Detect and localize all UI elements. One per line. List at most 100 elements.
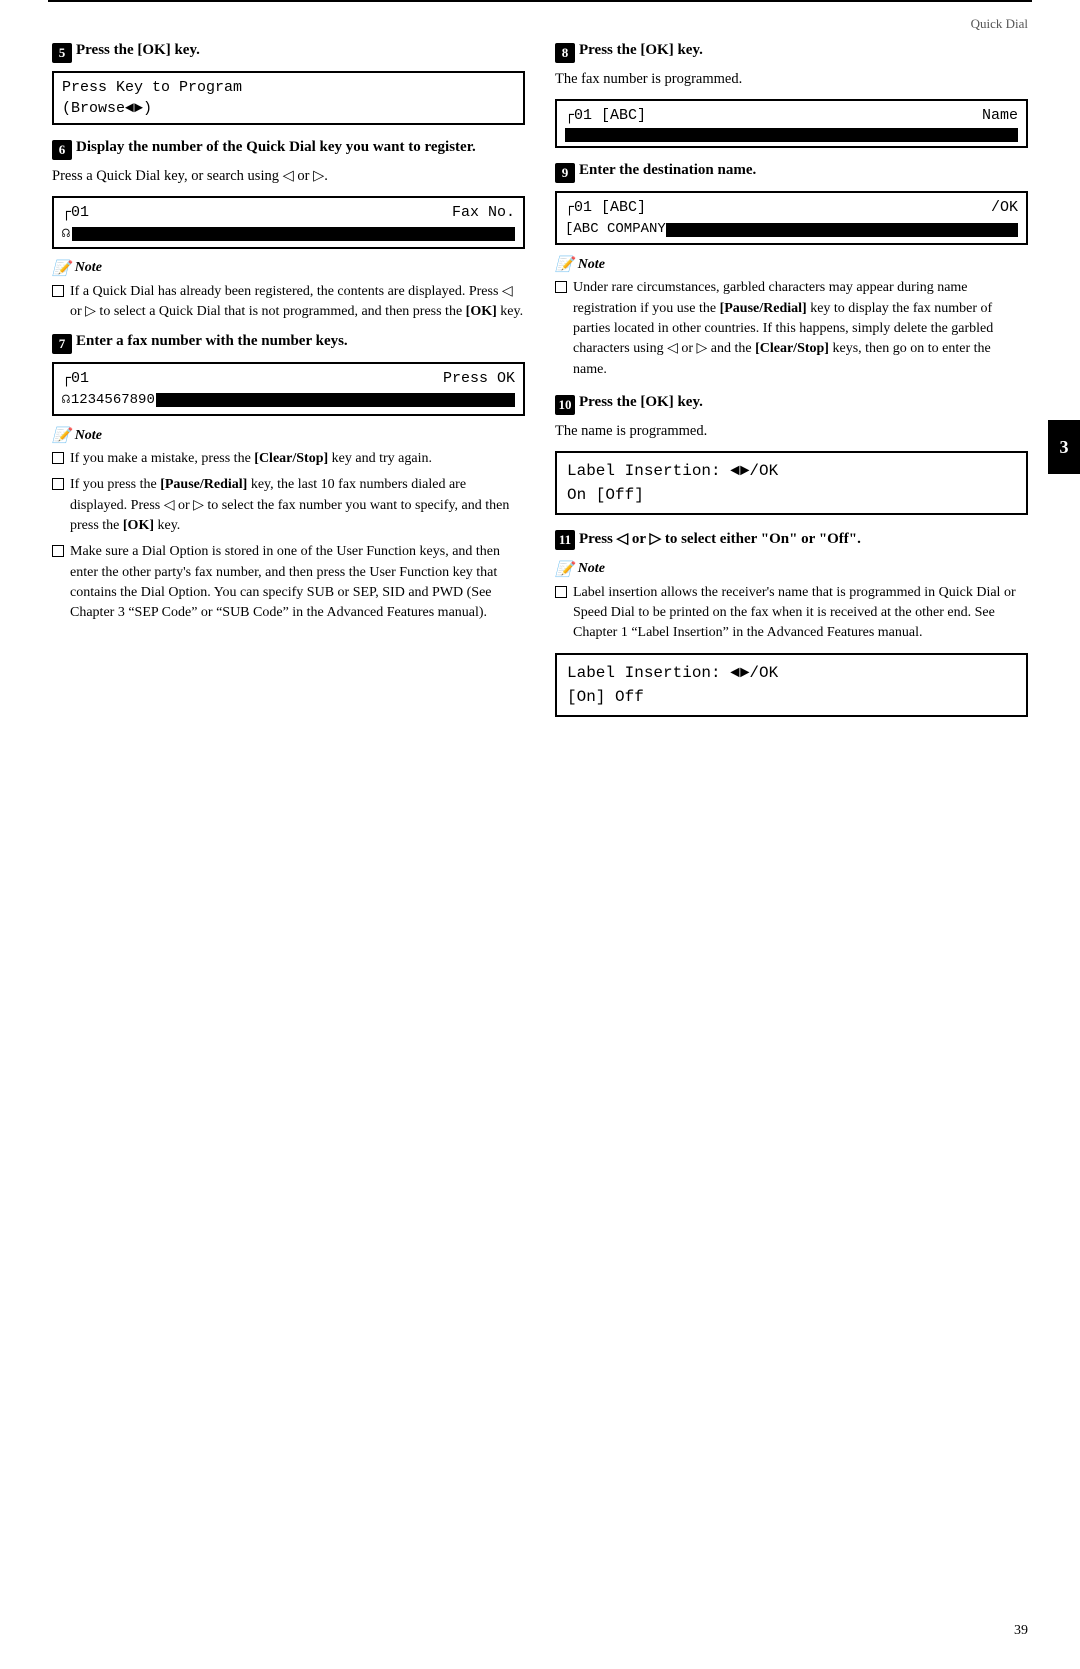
step9-text: Enter the destination name. (579, 162, 756, 179)
step8-section: 8 Press the [OK] key. The fax number is … (555, 42, 1028, 148)
step10-section: 10 Press the [OK] key. The name is progr… (555, 394, 1028, 515)
step8-lcd-row1: ┌01 [ABC] Name (565, 105, 1018, 126)
chapter-tab: 3 (1048, 420, 1080, 474)
step6-note-text1: If a Quick Dial has already been registe… (70, 282, 525, 323)
step6-lcd: ┌01 Fax No. ☊ (52, 196, 525, 249)
step6-note-label: Note (75, 260, 102, 276)
step9-heading: 9 Enter the destination name. (555, 162, 1028, 183)
page-header: Quick Dial (0, 8, 1080, 32)
step7-note-item2: If you press the [Pause/Redial] key, the… (52, 475, 525, 536)
step7-bar-partial (156, 393, 515, 407)
step11-section: 11 Press ◁ or ▷ to select either "On" or… (555, 529, 1028, 718)
right-column: 8 Press the [OK] key. The fax number is … (555, 42, 1028, 725)
top-rule (48, 0, 1032, 8)
note-pencil-icon3: 📝 (555, 255, 574, 274)
header-label: Quick Dial (971, 16, 1028, 31)
step11-note-heading: 📝 Note (555, 560, 1028, 579)
step11-note-text1: Label insertion allows the receiver's na… (573, 583, 1028, 644)
step7-note-item3: Make sure a Dial Option is stored in one… (52, 542, 525, 623)
step7-note-text2: If you press the [Pause/Redial] key, the… (70, 475, 525, 536)
step7-note-item1: If you make a mistake, press the [Clear/… (52, 449, 525, 469)
step9-company: [ABC COMPANY (565, 220, 666, 240)
step10-lcd-line1: Label Insertion: ◄►/OK (567, 459, 778, 483)
note-checkbox5 (555, 281, 567, 293)
step10-lcd-line2: On [Off] (567, 483, 644, 507)
step6-lcd-row1: ┌01 Fax No. (62, 202, 515, 223)
note-pencil-icon: 📝 (52, 259, 71, 278)
note-checkbox3 (52, 478, 64, 490)
step9-lcd-right: /OK (991, 197, 1018, 218)
step6-lcd-bar: ☊ (62, 225, 515, 243)
step9-lcd: ┌01 [ABC] /OK [ABC COMPANY (555, 191, 1028, 246)
step7-lcd-row1: ┌01 Press OK (62, 368, 515, 389)
step7-lcd: ┌01 Press OK ☊ 1234567890 (52, 362, 525, 417)
step9-note-heading: 📝 Note (555, 255, 1028, 274)
step8-num: 8 (555, 43, 575, 63)
step11-note-item1: Label insertion allows the receiver's na… (555, 583, 1028, 644)
step10-heading: 10 Press the [OK] key. (555, 394, 1028, 415)
main-content: 5 Press the [OK] key. Press Key to Progr… (0, 32, 1080, 785)
step6-lcd-left: ┌01 (62, 202, 89, 223)
step8-bar (565, 128, 1018, 142)
note-pencil-icon2: 📝 (52, 426, 71, 445)
step5-lcd: Press Key to Program (Browse◄►) (52, 71, 525, 125)
step9-lcd-row2: [ABC COMPANY (565, 220, 1018, 240)
step9-lcd-left: ┌01 [ABC] (565, 197, 646, 218)
step10-body: The name is programmed. (555, 421, 1028, 443)
step7-note-heading: 📝 Note (52, 426, 525, 445)
step8-heading: 8 Press the [OK] key. (555, 42, 1028, 63)
step6-note-heading: 📝 Note (52, 259, 525, 278)
step8-lcd-right: Name (982, 105, 1018, 126)
step11-lcd2-row2: [On] Off (567, 685, 1016, 709)
step5-text: Press the [OK] key. (76, 42, 200, 59)
step6-fax-icon: ☊ (62, 225, 70, 243)
step6-heading: 6 Display the number of the Quick Dial k… (52, 139, 525, 160)
step10-lcd-row1: Label Insertion: ◄►/OK (567, 459, 1016, 483)
page-number: 39 (1014, 1623, 1028, 1639)
step6-note-item1: If a Quick Dial has already been registe… (52, 282, 525, 323)
step9-note-label: Note (578, 257, 605, 273)
note-checkbox4 (52, 545, 64, 557)
step11-lcd2: Label Insertion: ◄►/OK [On] Off (555, 653, 1028, 717)
step7-heading: 7 Enter a fax number with the number key… (52, 333, 525, 354)
note-checkbox2 (52, 452, 64, 464)
step11-note-label: Note (578, 561, 605, 577)
step6-note: 📝 Note If a Quick Dial has already been … (52, 259, 525, 323)
step6-bar-full (72, 227, 515, 241)
step7-note-text3: Make sure a Dial Option is stored in one… (70, 542, 525, 623)
note-checkbox6 (555, 586, 567, 598)
step11-text: Press ◁ or ▷ to select either "On" or "O… (579, 529, 861, 548)
step9-lcd-row1: ┌01 [ABC] /OK (565, 197, 1018, 218)
note-checkbox (52, 285, 64, 297)
step6-text: Display the number of the Quick Dial key… (76, 139, 476, 156)
step9-note: 📝 Note Under rare circumstances, garbled… (555, 255, 1028, 379)
step5-heading: 5 Press the [OK] key. (52, 42, 525, 63)
step11-lcd2-line1: Label Insertion: ◄►/OK (567, 661, 778, 685)
step7-note-label: Note (75, 428, 102, 444)
step8-body: The fax number is programmed. (555, 69, 1028, 91)
note-pencil-icon4: 📝 (555, 560, 574, 579)
step7-num: 7 (52, 334, 72, 354)
left-column: 5 Press the [OK] key. Press Key to Progr… (52, 42, 525, 725)
step6-num: 6 (52, 140, 72, 160)
step10-lcd: Label Insertion: ◄►/OK On [Off] (555, 451, 1028, 515)
step10-lcd-row2: On [Off] (567, 483, 1016, 507)
step7-lcd-right: Press OK (443, 368, 515, 389)
step8-lcd-left: ┌01 [ABC] (565, 105, 646, 126)
step11-lcd2-row1: Label Insertion: ◄►/OK (567, 661, 1016, 685)
step11-num: 11 (555, 530, 575, 550)
step8-text: Press the [OK] key. (579, 42, 703, 59)
step7-lcd-bar: ☊ 1234567890 (62, 391, 515, 411)
step11-lcd2-line2: [On] Off (567, 685, 644, 709)
step11-heading: 11 Press ◁ or ▷ to select either "On" or… (555, 529, 1028, 550)
step9-num: 9 (555, 163, 575, 183)
step9-section: 9 Enter the destination name. ┌01 [ABC] … (555, 162, 1028, 380)
step9-bar (666, 223, 1018, 237)
step10-num: 10 (555, 395, 575, 415)
step5-lcd-line2: (Browse◄►) (62, 98, 152, 119)
step7-number: 1234567890 (71, 391, 155, 411)
step10-text: Press the [OK] key. (579, 394, 703, 411)
step7-text: Enter a fax number with the number keys. (76, 333, 348, 350)
step5-lcd-row2: (Browse◄►) (62, 98, 515, 119)
step6-lcd-right: Fax No. (452, 202, 515, 223)
